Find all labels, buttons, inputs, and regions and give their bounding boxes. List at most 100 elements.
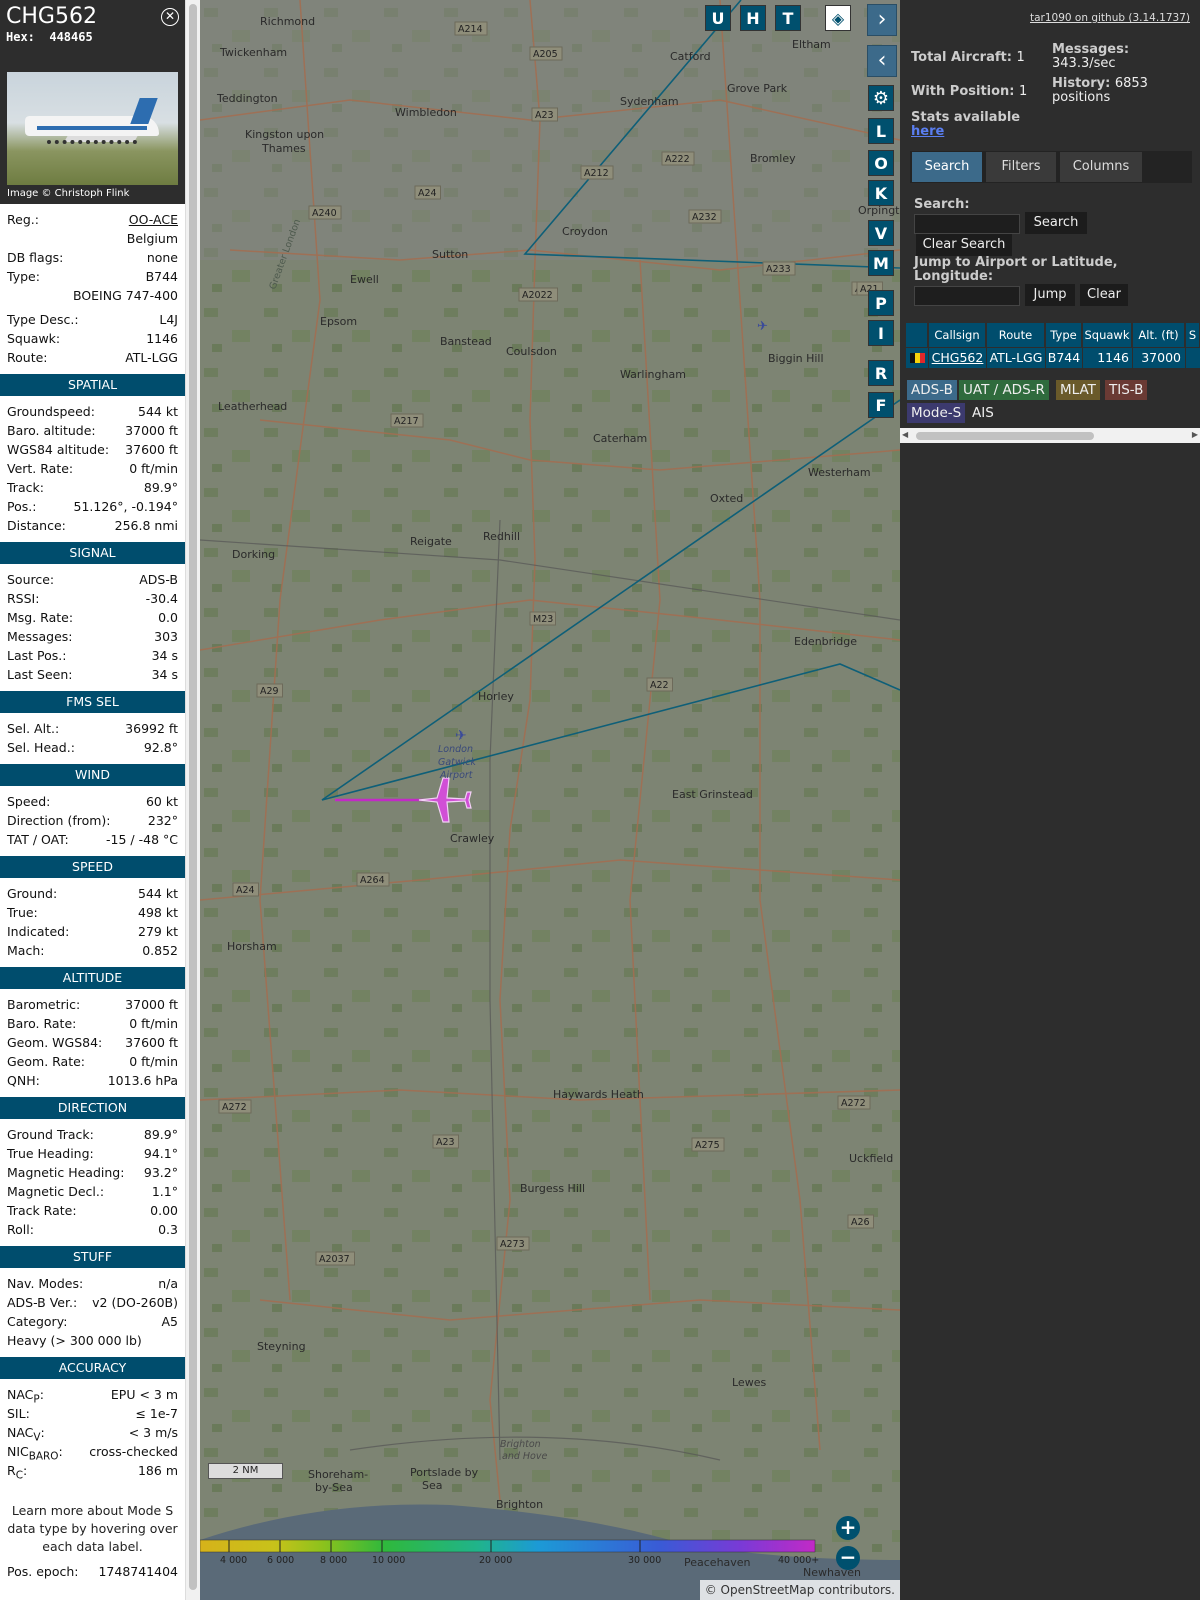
info-label: Heavy (> 300 000 lb) (7, 1333, 142, 1348)
map-button-v[interactable]: V (868, 220, 894, 246)
info-value: 0.852 (142, 943, 178, 958)
town-label: London (438, 744, 473, 755)
sil-row: SIL: ≤ 1e-7 (7, 1406, 178, 1421)
dbflags-row: DB flags: none (7, 250, 178, 265)
altitude-scale-label: 4 000 (220, 1555, 247, 1566)
road-label: A24 (232, 882, 259, 897)
map-button-m[interactable]: M (868, 250, 894, 276)
jump-input[interactable] (914, 286, 1020, 306)
info-value: 256.8 nmi (114, 518, 178, 533)
info-value: 0.3 (158, 1222, 178, 1237)
zoom-in-button[interactable]: + (836, 1516, 860, 1540)
svg-text:✈: ✈ (757, 319, 768, 334)
source-chip[interactable]: TIS-B (1105, 380, 1148, 400)
info-row: Geom. Rate: 0 ft/min (0, 1052, 185, 1071)
map-button-k[interactable]: K (868, 180, 894, 206)
info-label: Messages: (7, 629, 73, 644)
jump-button[interactable]: Jump (1025, 284, 1075, 306)
section-header: SPEED (0, 856, 185, 878)
town-label: Wimbledon (395, 106, 457, 119)
table-header-altitude[interactable]: Alt. (ft) (1133, 323, 1185, 347)
info-value: A5 (161, 1314, 178, 1329)
map-button-p[interactable]: P (868, 290, 894, 316)
scroll-right-icon[interactable]: ▶ (1192, 430, 1198, 439)
info-label: Pos.: (7, 499, 37, 514)
close-icon[interactable]: ✕ (161, 8, 179, 26)
info-value: 303 (154, 629, 178, 644)
aircraft-photo[interactable] (7, 72, 178, 185)
town-label: Burgess Hill (520, 1182, 585, 1195)
search-label: Search: (914, 197, 970, 212)
town-label: Uckfield (849, 1152, 893, 1165)
registration-link[interactable]: OO-ACE (129, 210, 178, 229)
town-label: Westerham (808, 466, 871, 479)
source-chip[interactable]: ADS-B (907, 380, 957, 400)
source-chip[interactable]: MLAT (1056, 380, 1100, 400)
search-button[interactable]: Search (1025, 212, 1087, 234)
row-altitude: 37000 (1133, 348, 1185, 368)
scrollbar-thumb[interactable] (189, 4, 197, 1590)
map-button-f[interactable]: F (868, 392, 894, 418)
osm-link[interactable]: OpenStreetMap (721, 1583, 815, 1597)
table-header-callsign[interactable]: Callsign (929, 323, 986, 347)
table-header-type[interactable]: Type (1046, 323, 1082, 347)
map-button-u[interactable]: U (705, 5, 731, 31)
road-label-text: A217 (394, 416, 419, 427)
stats-link[interactable]: here (911, 124, 944, 139)
section-header: FMS SEL (0, 691, 185, 713)
map-button-o[interactable]: O (868, 150, 894, 176)
info-value: v2 (DO-260B) (92, 1295, 178, 1310)
map-button-l[interactable]: L (868, 118, 894, 144)
row-callsign[interactable]: CHG562 (929, 348, 986, 368)
search-input[interactable] (914, 214, 1020, 234)
info-row: Groundspeed: 544 kt (0, 402, 185, 421)
country-value: Belgium (126, 231, 178, 246)
info-row: QNH: 1013.6 hPa (0, 1071, 185, 1090)
table-header-route[interactable]: Route (987, 323, 1045, 347)
chevron-left-icon[interactable]: ‹ (867, 45, 897, 77)
nacv-row: NACV: < 3 m/s (7, 1425, 178, 1444)
road-label: A232 (688, 209, 722, 224)
clear-search-button[interactable]: Clear Search (916, 234, 1012, 256)
zoom-out-button[interactable]: − (836, 1546, 860, 1570)
map-view[interactable]: ✈ ✈ 4 000 6 000 8 000 10 000 20 000 30 000 40 … (200, 0, 900, 1600)
info-label: Mach: (7, 943, 45, 958)
table-header-speed[interactable]: S (1186, 323, 1200, 347)
map-button-t[interactable]: T (775, 5, 801, 31)
learn-more-text: Learn more about Mode S data type by hov… (7, 1503, 178, 1554)
town-label: Croydon (562, 225, 608, 238)
info-row: WGS84 altitude: 37600 ft (0, 440, 185, 459)
source-chip[interactable]: AIS (968, 403, 998, 423)
tab-filters[interactable]: Filters (986, 152, 1056, 182)
table-header-squawk[interactable]: Squawk (1083, 323, 1132, 347)
town-label: Sea (422, 1479, 443, 1492)
town-label: Brighton (496, 1498, 543, 1511)
town-label: Thames (261, 142, 306, 155)
town-label: Horsham (227, 940, 277, 953)
tab-columns[interactable]: Columns (1060, 152, 1142, 182)
info-scrollbar[interactable] (185, 0, 200, 1600)
chevron-right-icon[interactable]: › (867, 4, 897, 36)
layers-icon[interactable]: ◈ (825, 5, 851, 31)
info-label: Msg. Rate: (7, 610, 74, 625)
source-chip[interactable]: UAT / ADS-R (959, 380, 1049, 400)
map-button-r[interactable]: R (868, 360, 894, 386)
info-label: True Heading: (7, 1146, 94, 1161)
info-row: ADS-B Ver.: v2 (DO-260B) (0, 1293, 185, 1312)
map-canvas[interactable]: ✈ ✈ 4 000 6 000 8 000 10 000 20 000 30 000 40 … (200, 0, 900, 1600)
road-label-text: A24 (418, 188, 437, 199)
scrollbar-thumb[interactable] (916, 432, 1094, 440)
info-row: Vert. Rate: 0 ft/min (0, 459, 185, 478)
map-button-i[interactable]: I (868, 320, 894, 346)
source-chip[interactable]: Mode-S (907, 403, 966, 423)
clear-button[interactable]: Clear (1080, 284, 1128, 306)
road-label: A272 (837, 1095, 871, 1110)
github-link[interactable]: tar1090 on github (3.14.1737) (1030, 12, 1190, 24)
map-button-h[interactable]: H (740, 5, 766, 31)
table-horizontal-scrollbar[interactable]: ◀ ▶ (900, 428, 1200, 443)
tab-search[interactable]: Search (912, 152, 982, 182)
info-value: 89.9° (143, 480, 178, 495)
scroll-left-icon[interactable]: ◀ (902, 430, 908, 439)
settings-gear-icon[interactable]: ⚙ (868, 85, 894, 111)
info-label: Last Pos.: (7, 648, 67, 663)
